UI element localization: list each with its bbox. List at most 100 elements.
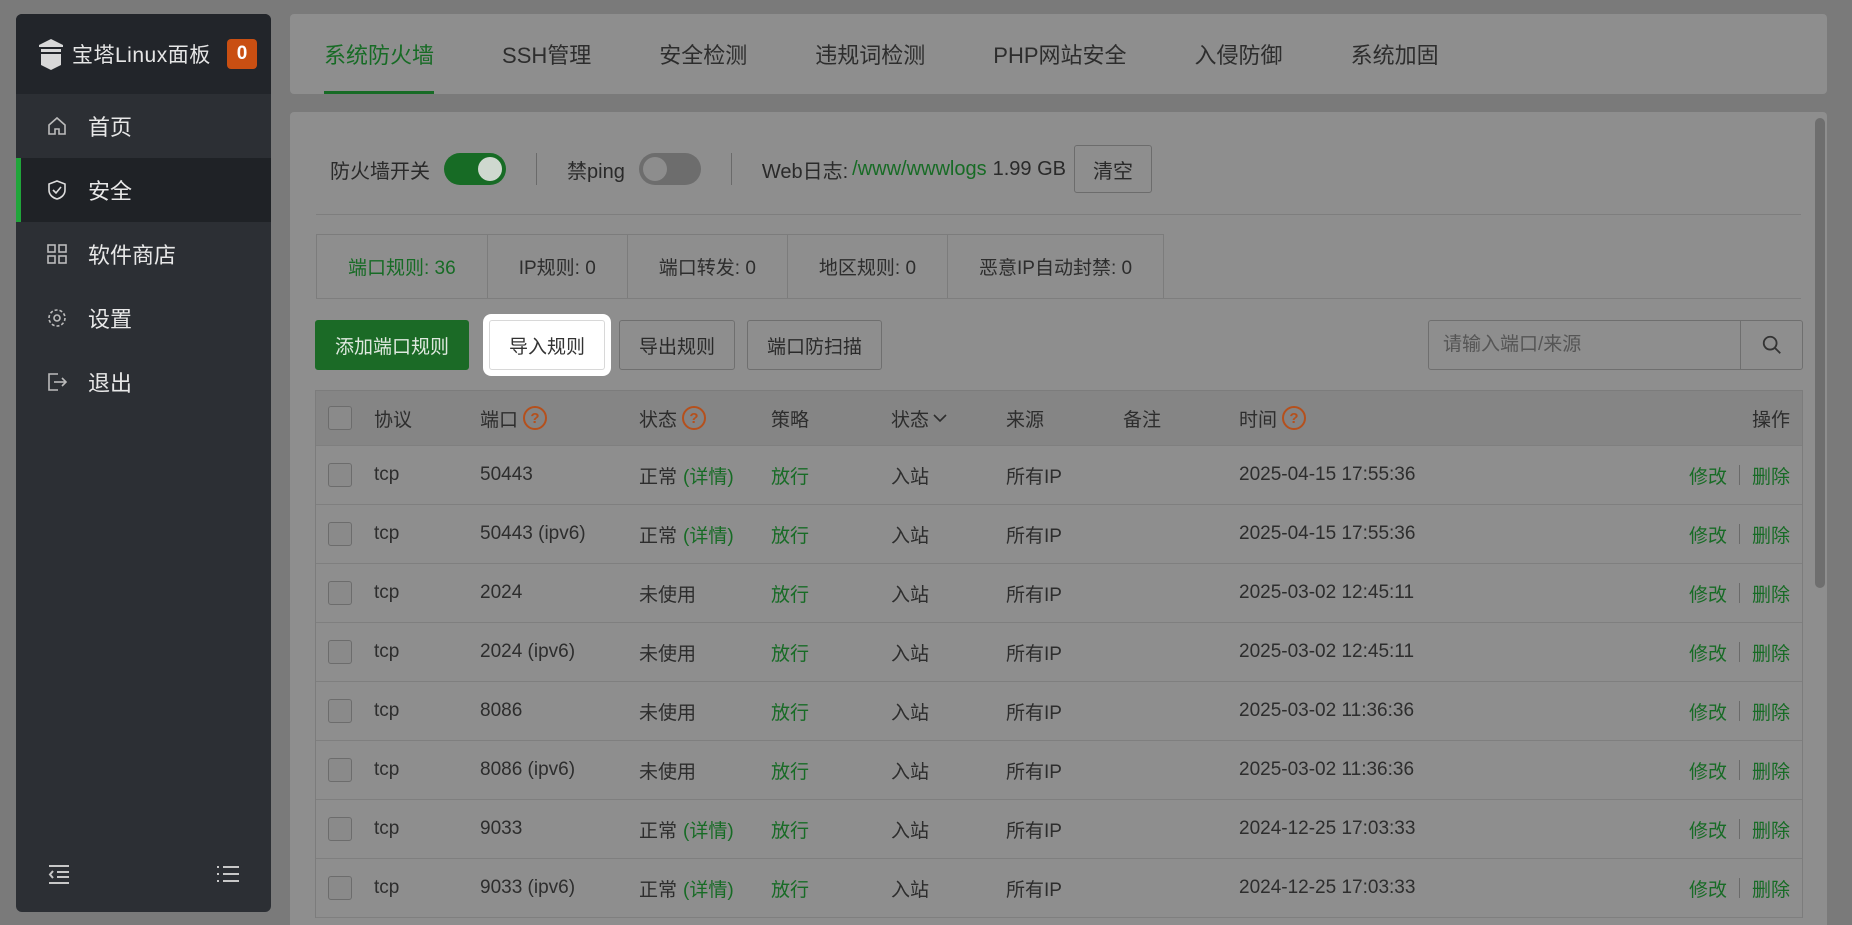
select-all-checkbox[interactable] <box>328 406 352 430</box>
collapse-sidebar-icon[interactable] <box>46 861 72 892</box>
cell-port: 8086 (ipv6) <box>480 759 576 780</box>
table-header: 协议 端口? 状态? 策略 状态 来源 备注 时间? 操作 <box>316 391 1802 446</box>
delete-link[interactable]: 删除 <box>1752 639 1790 666</box>
search-button[interactable] <box>1740 321 1802 369</box>
cell-ops: 修改 删除 <box>1689 741 1790 799</box>
header-direction-filter[interactable]: 状态 <box>891 391 948 445</box>
tab-4[interactable]: PHP网站安全 <box>993 14 1126 94</box>
detail-link[interactable]: (详情) <box>683 816 734 843</box>
sidebar-item-label: 软件商店 <box>88 243 177 268</box>
detail-link[interactable]: (详情) <box>683 521 734 548</box>
delete-link[interactable]: 删除 <box>1752 816 1790 843</box>
ping-toggle[interactable] <box>638 153 701 185</box>
edit-link[interactable]: 修改 <box>1689 580 1727 607</box>
sidebar-item-gear[interactable]: 设置 <box>16 286 271 350</box>
header-source: 来源 <box>1006 409 1045 431</box>
search-input[interactable] <box>1429 321 1740 369</box>
sidebar-item-grid[interactable]: 软件商店 <box>16 222 271 286</box>
rule-tab-3[interactable]: 地区规则: 0 <box>788 235 949 298</box>
cell-port: 2024 (ipv6) <box>480 641 576 662</box>
header-policy: 策略 <box>771 409 810 431</box>
notification-badge[interactable]: 0 <box>227 39 257 69</box>
rule-actions: 添加端口规则 导入规则 导出规则 端口防扫描 <box>315 320 894 370</box>
tab-6[interactable]: 系统加固 <box>1351 14 1439 94</box>
vertical-scrollbar[interactable] <box>1815 118 1825 588</box>
tab-5[interactable]: 入侵防御 <box>1195 14 1283 94</box>
delete-link[interactable]: 删除 <box>1752 580 1790 607</box>
weblog-path-link[interactable]: /www/wwwlogs <box>852 158 986 181</box>
detail-link[interactable]: (详情) <box>683 462 734 489</box>
rule-tab-1[interactable]: IP规则: 0 <box>488 235 628 298</box>
header-time: 时间? <box>1239 391 1307 445</box>
cell-policy: 放行 <box>771 643 810 665</box>
rule-tab-4[interactable]: 恶意IP自动封禁: 0 <box>948 235 1163 298</box>
delete-link[interactable]: 删除 <box>1752 698 1790 725</box>
help-icon[interactable]: ? <box>523 406 548 430</box>
help-icon[interactable]: ? <box>1282 406 1307 430</box>
toggle-knob <box>478 157 502 181</box>
edit-link[interactable]: 修改 <box>1689 639 1727 666</box>
row-checkbox[interactable] <box>328 581 352 605</box>
tab-3[interactable]: 违规词检测 <box>815 14 925 94</box>
sidebar-item-home[interactable]: 首页 <box>16 94 271 158</box>
table-row: tcp 50443 (ipv6) 正常 (详情) 放行 入站 所有IP 2025-04-15 … <box>316 505 1802 564</box>
divider <box>1738 701 1740 721</box>
header-ops: 操作 <box>1751 409 1790 431</box>
add-port-rule-button[interactable]: 添加端口规则 <box>315 320 470 370</box>
port-rules-table: 协议 端口? 状态? 策略 状态 来源 备注 时间? 操作 tcp 50443 正常… <box>315 390 1803 918</box>
export-rules-button[interactable]: 导出规则 <box>619 320 736 370</box>
status-text: 未使用 <box>639 761 697 783</box>
edit-link[interactable]: 修改 <box>1689 875 1727 902</box>
tab-1[interactable]: SSH管理 <box>502 14 591 94</box>
sidebar-item-label: 安全 <box>88 179 133 204</box>
row-checkbox[interactable] <box>328 640 352 664</box>
table-row: tcp 9033 (ipv6) 正常 (详情) 放行 入站 所有IP 2024-12-25 1… <box>316 859 1802 918</box>
row-checkbox[interactable] <box>328 699 352 723</box>
cell-protocol: tcp <box>374 582 400 603</box>
cell-time: 2025-04-15 17:55:36 <box>1239 523 1416 544</box>
divider <box>1738 465 1740 485</box>
cell-protocol: tcp <box>374 700 400 721</box>
edit-link[interactable]: 修改 <box>1689 698 1727 725</box>
import-rules-button[interactable]: 导入规则 <box>489 320 606 370</box>
edit-link[interactable]: 修改 <box>1689 757 1727 784</box>
firewall-toggle[interactable] <box>444 153 506 185</box>
cell-port: 50443 (ipv6) <box>480 523 586 544</box>
cell-time: 2025-03-02 11:36:36 <box>1239 700 1415 721</box>
sidebar-item-shield[interactable]: 安全 <box>16 158 271 222</box>
row-checkbox[interactable] <box>328 817 352 841</box>
help-icon[interactable]: ? <box>682 406 707 430</box>
divider <box>1738 524 1740 544</box>
delete-link[interactable]: 删除 <box>1752 875 1790 902</box>
cell-policy: 放行 <box>771 584 810 606</box>
cell-policy: 放行 <box>771 879 810 901</box>
tab-2[interactable]: 安全检测 <box>659 14 747 94</box>
edit-link[interactable]: 修改 <box>1689 521 1727 548</box>
delete-link[interactable]: 删除 <box>1752 757 1790 784</box>
clear-logs-button[interactable]: 清空 <box>1074 145 1152 193</box>
cell-port: 8086 <box>480 700 523 721</box>
detail-link[interactable]: (详情) <box>683 875 734 902</box>
row-checkbox[interactable] <box>328 522 352 546</box>
firewall-switch-label: 防火墙开关 <box>330 160 430 183</box>
edit-link[interactable]: 修改 <box>1689 816 1727 843</box>
cell-protocol: tcp <box>374 523 400 544</box>
cell-source: 所有IP <box>1006 584 1062 606</box>
table-row: tcp 9033 正常 (详情) 放行 入站 所有IP 2024-12-25 17:03:33… <box>316 800 1802 859</box>
rule-tab-2[interactable]: 端口转发: 0 <box>628 235 788 298</box>
row-checkbox[interactable] <box>328 463 352 487</box>
row-checkbox[interactable] <box>328 758 352 782</box>
port-scan-protection-button[interactable]: 端口防扫描 <box>747 320 883 370</box>
sidebar-item-label: 退出 <box>88 371 133 396</box>
delete-link[interactable]: 删除 <box>1752 521 1790 548</box>
menu-list-icon[interactable] <box>215 861 241 892</box>
row-checkbox[interactable] <box>328 876 352 900</box>
delete-link[interactable]: 删除 <box>1752 462 1790 489</box>
divider <box>1738 583 1740 603</box>
tab-0[interactable]: 系统防火墙 <box>324 14 435 94</box>
rule-tab-0[interactable]: 端口规则: 36 <box>317 235 488 298</box>
header-protocol: 协议 <box>374 409 413 431</box>
divider <box>316 214 1801 215</box>
edit-link[interactable]: 修改 <box>1689 462 1727 489</box>
sidebar-item-logout[interactable]: 退出 <box>16 350 271 414</box>
